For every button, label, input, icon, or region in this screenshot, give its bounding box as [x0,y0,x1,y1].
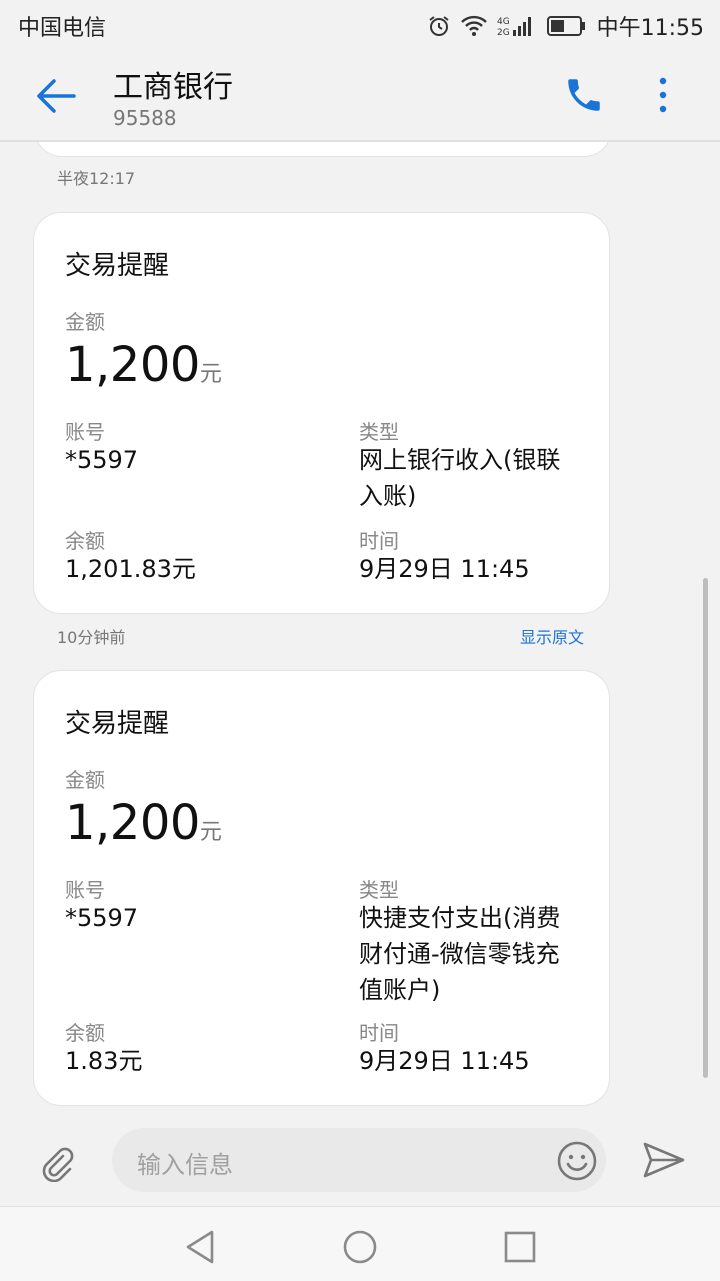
time-label: 时间 [359,1021,399,1045]
contact-name: 工商银行 [113,70,233,105]
amount-value: 1,200元 [65,795,222,851]
card-title: 交易提醒 [65,709,170,739]
system-navigation-bar [0,1206,720,1281]
emoji-icon[interactable] [556,1140,598,1182]
svg-text:4G: 4G [497,17,510,27]
wifi-icon [460,15,487,36]
back-arrow-icon[interactable] [34,76,78,116]
send-icon[interactable] [642,1140,686,1180]
balance-value: 1.83元 [65,1047,143,1075]
show-original-link[interactable]: 显示原文 [520,624,584,648]
type-value: 网上银行收入(银联 入账) [359,442,560,514]
amount-unit: 元 [199,820,222,845]
carrier-name: 中国电信 [18,16,107,41]
account-value: *5597 [65,446,139,474]
message-timestamp: 10分钟前 [57,628,126,647]
message-input-placeholder: 输入信息 [137,1151,233,1179]
account-value: *5597 [65,904,139,932]
message-input[interactable]: 输入信息 [112,1128,606,1192]
type-line: 财付通-微信零钱充 [359,940,560,968]
type-label: 类型 [359,878,399,902]
scrollbar[interactable] [703,578,708,1078]
balance-value: 1,201.83元 [65,555,196,583]
amount-label: 金额 [65,768,105,792]
message-card[interactable]: 交易提醒 金额 1,200元 账号 *5597 类型 快捷支付支出(消费 财付通… [33,670,610,1106]
amount-unit: 元 [199,362,222,387]
amount-number: 1,200 [65,795,200,851]
type-line: 网上银行收入(银联 [359,446,561,474]
nav-recents-icon[interactable] [500,1227,540,1267]
signal-icon: 4G 2G [497,17,531,38]
balance-label: 余额 [65,1021,105,1045]
amount-value: 1,200元 [65,337,222,393]
type-label: 类型 [359,420,399,444]
svg-text:2G: 2G [497,28,510,38]
clock: 中午11:55 [596,16,704,41]
time-value: 9月29日 11:45 [359,1047,530,1075]
attachment-icon[interactable] [36,1142,76,1182]
status-icons: 4G 2G 中午11:55 [427,10,704,42]
time-value: 9月29日 11:45 [359,555,530,583]
status-bar: 中国电信 4G 2G 中午11:55 [0,0,720,48]
balance-label: 余额 [65,529,105,553]
app-bar: 工商银行 95588 [0,48,720,142]
type-line: 入账) [359,482,417,510]
amount-number: 1,200 [65,337,200,393]
phone-icon[interactable] [563,74,605,116]
message-composer: 输入信息 [0,1116,720,1206]
nav-home-icon[interactable] [340,1227,380,1267]
message-timestamp: 半夜12:17 [57,169,136,188]
account-label: 账号 [65,878,105,902]
time-label: 时间 [359,529,399,553]
type-line: 快捷支付支出(消费 [359,904,561,932]
amount-label: 金额 [65,310,105,334]
battery-icon [546,16,585,36]
message-card[interactable]: 交易提醒 金额 1,200元 账号 *5597 类型 网上银行收入(银联 入账)… [33,212,610,614]
card-title: 交易提醒 [65,251,170,281]
account-label: 账号 [65,420,105,444]
more-vert-icon[interactable] [651,74,675,116]
type-value: 快捷支付支出(消费 财付通-微信零钱充 值账户) [359,900,560,1008]
nav-back-icon[interactable] [180,1227,220,1267]
contact-number: 95588 [113,106,177,130]
type-line: 值账户) [359,976,441,1004]
alarm-icon [428,16,449,36]
